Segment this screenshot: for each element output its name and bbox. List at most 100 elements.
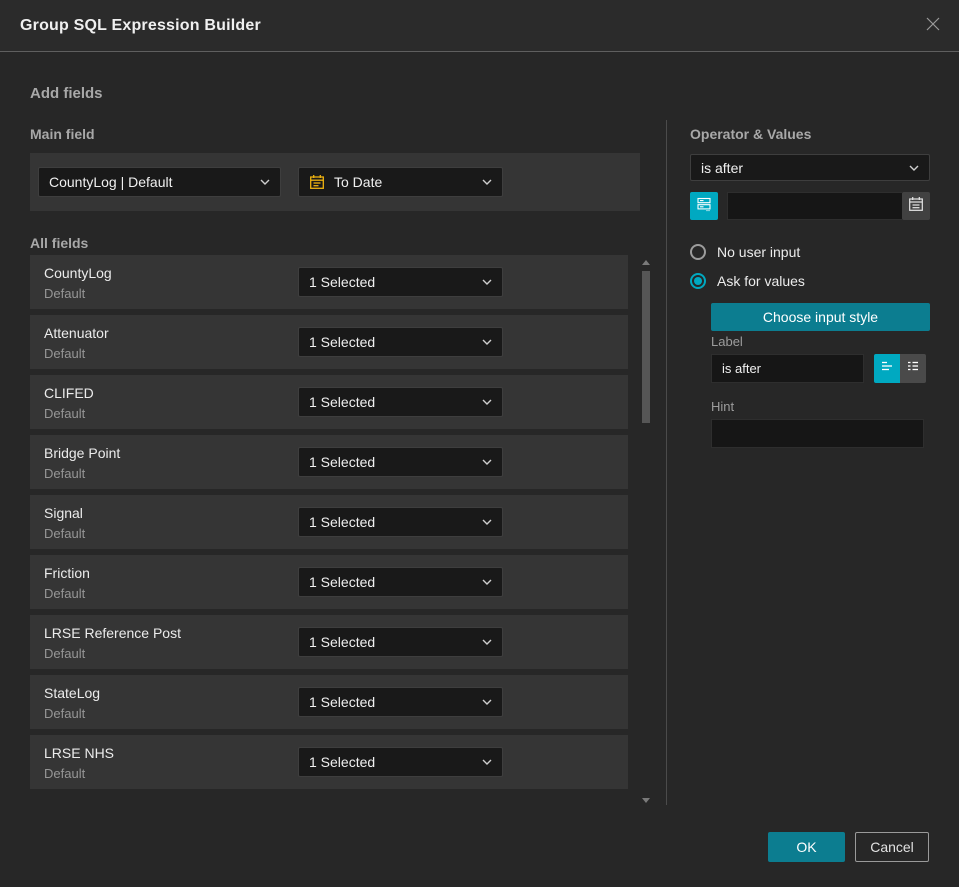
field-name: StateLog [44, 685, 101, 701]
field-values-select[interactable]: 1 Selected [298, 507, 503, 537]
date-field-select-value: To Date [334, 174, 383, 190]
chevron-down-icon [260, 179, 270, 185]
radio-ask-for-values-label: Ask for values [717, 273, 805, 289]
scrollbar-thumb[interactable] [642, 271, 650, 423]
calendar-icon [309, 174, 325, 190]
field-values-select-value: 1 Selected [309, 754, 376, 770]
chevron-down-icon [482, 179, 492, 185]
calendar-icon [908, 196, 924, 217]
field-name: LRSE NHS [44, 745, 115, 761]
field-subtitle: Default [44, 346, 86, 361]
list-input-style-toggle[interactable] [900, 354, 926, 383]
unique-values-button[interactable] [690, 192, 718, 220]
field-subtitle: Default [44, 586, 86, 601]
field-row: Friction Default 1 Selected [30, 555, 628, 609]
chevron-down-icon [482, 759, 492, 765]
field-values-select[interactable]: 1 Selected [298, 687, 503, 717]
chevron-down-icon [482, 399, 492, 405]
field-values-select[interactable]: 1 Selected [298, 747, 503, 777]
chevron-down-icon [482, 699, 492, 705]
field-subtitle: Default [44, 466, 86, 481]
field-subtitle: Default [44, 646, 86, 661]
field-row: LRSE Reference Post Default 1 Selected [30, 615, 628, 669]
ok-button[interactable]: OK [768, 832, 845, 862]
unique-values-icon [696, 196, 712, 217]
field-values-select-value: 1 Selected [309, 394, 376, 410]
field-name: CountyLog [44, 265, 112, 281]
field-values-select[interactable]: 1 Selected [298, 627, 503, 657]
dialog-title: Group SQL Expression Builder [20, 17, 261, 34]
date-field-select[interactable]: To Date [298, 167, 503, 197]
radio-selected-icon [690, 273, 706, 289]
radio-ask-for-values[interactable]: Ask for values [690, 273, 805, 289]
field-subtitle: Default [44, 766, 86, 781]
field-values-select-value: 1 Selected [309, 454, 376, 470]
field-name: LRSE Reference Post [44, 625, 181, 641]
field-values-select[interactable]: 1 Selected [298, 567, 503, 597]
chevron-down-icon [482, 639, 492, 645]
chevron-down-icon [909, 165, 919, 171]
scroll-down-icon[interactable] [642, 798, 650, 803]
operator-select-value: is after [701, 159, 744, 176]
field-name: Friction [44, 565, 90, 581]
radio-circle-icon [690, 244, 706, 260]
field-row: CountyLog Default 1 Selected [30, 255, 628, 309]
all-fields-list: CountyLog Default 1 Selected Attenuator … [30, 255, 628, 795]
field-values-select-value: 1 Selected [309, 694, 376, 710]
field-values-select[interactable]: 1 Selected [298, 447, 503, 477]
field-values-select[interactable]: 1 Selected [298, 327, 503, 357]
field-name: Attenuator [44, 325, 109, 341]
chevron-down-icon [482, 339, 492, 345]
chevron-down-icon [482, 459, 492, 465]
list-scrollbar[interactable] [641, 258, 652, 803]
chevron-down-icon [482, 279, 492, 285]
label-field-label: Label [711, 334, 743, 349]
hint-field-label: Hint [711, 399, 735, 414]
field-subtitle: Default [44, 706, 86, 721]
titlebar: Group SQL Expression Builder [0, 0, 959, 52]
panel-divider [666, 120, 667, 805]
field-values-select-value: 1 Selected [309, 634, 376, 650]
field-name: Bridge Point [44, 445, 121, 461]
list-input-style-icon [905, 358, 921, 379]
operator-select[interactable]: is after [690, 154, 930, 181]
cancel-button[interactable]: Cancel [855, 832, 929, 862]
choose-input-style-button[interactable]: Choose input style [711, 303, 930, 331]
scroll-up-icon[interactable] [642, 260, 650, 265]
main-field-label: Main field [30, 126, 95, 142]
all-fields-label: All fields [30, 235, 89, 251]
chevron-down-icon [482, 519, 492, 525]
operator-values-heading: Operator & Values [690, 126, 812, 142]
text-input-style-icon [879, 358, 895, 379]
field-subtitle: Default [44, 406, 86, 421]
radio-no-user-input[interactable]: No user input [690, 244, 800, 260]
text-input-style-toggle[interactable] [874, 354, 900, 383]
field-row: LRSE NHS Default 1 Selected [30, 735, 628, 789]
main-field-panel: CountyLog | Default To Date [30, 153, 640, 211]
field-values-select-value: 1 Selected [309, 514, 376, 530]
field-row: Signal Default 1 Selected [30, 495, 628, 549]
chevron-down-icon [482, 579, 492, 585]
field-subtitle: Default [44, 286, 86, 301]
field-values-select[interactable]: 1 Selected [298, 267, 503, 297]
close-button[interactable] [921, 14, 945, 38]
date-picker-button[interactable] [902, 192, 930, 220]
field-row: Attenuator Default 1 Selected [30, 315, 628, 369]
field-name: CLIFED [44, 385, 94, 401]
close-icon [925, 16, 941, 37]
main-field-select-value: CountyLog | Default [49, 174, 173, 190]
add-fields-heading: Add fields [30, 85, 103, 102]
field-values-select-value: 1 Selected [309, 574, 376, 590]
value-input[interactable] [727, 192, 902, 220]
label-input[interactable] [711, 354, 864, 383]
field-name: Signal [44, 505, 83, 521]
field-values-select[interactable]: 1 Selected [298, 387, 503, 417]
field-row: Bridge Point Default 1 Selected [30, 435, 628, 489]
field-subtitle: Default [44, 526, 86, 541]
main-field-select[interactable]: CountyLog | Default [38, 167, 281, 197]
field-values-select-value: 1 Selected [309, 274, 376, 290]
field-row: StateLog Default 1 Selected [30, 675, 628, 729]
field-row: CLIFED Default 1 Selected [30, 375, 628, 429]
hint-input[interactable] [711, 419, 924, 448]
group-sql-expression-builder-dialog: Group SQL Expression Builder Add fields … [0, 0, 959, 887]
